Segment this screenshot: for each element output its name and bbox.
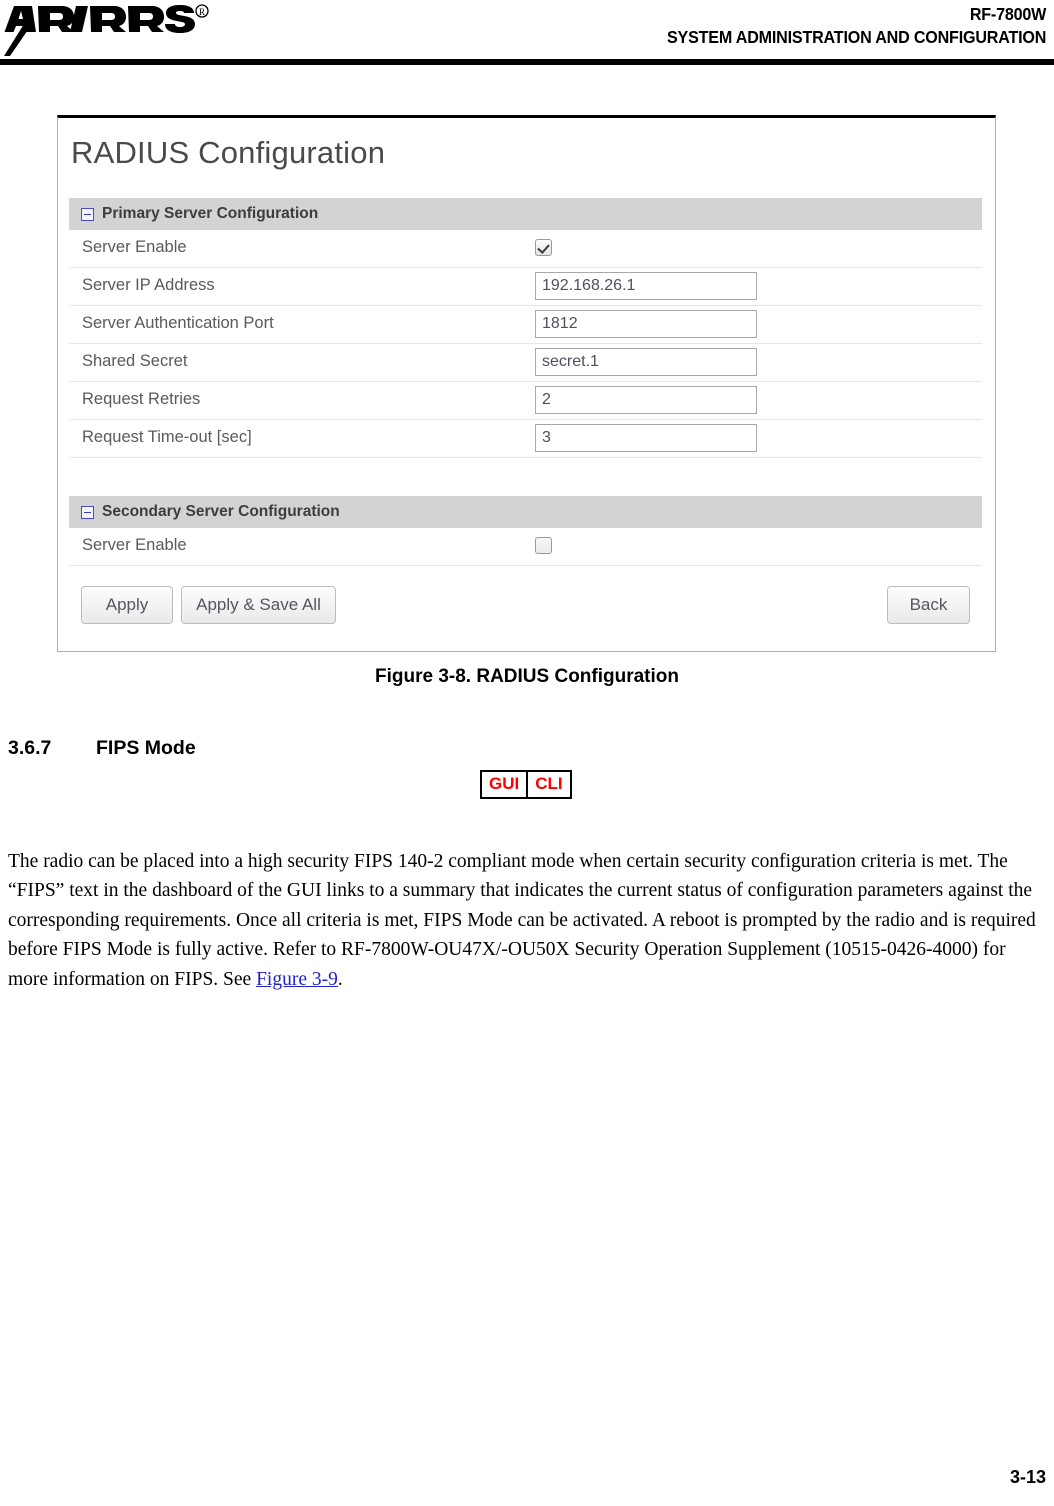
shared-secret-field — [535, 348, 757, 376]
field-label: Server Enable — [82, 536, 187, 554]
gui-cli-badge: GUI CLI — [480, 770, 572, 799]
table-row: Shared Secret — [69, 344, 982, 382]
field-label: Request Time-out [sec] — [82, 428, 252, 446]
minus-square-icon[interactable] — [81, 207, 94, 221]
form-action-bar: Apply Apply & Save All Back — [69, 568, 982, 638]
section-title: FIPS Mode — [96, 737, 196, 759]
page-number: 3-13 — [1009, 1467, 1046, 1487]
field-label: Server Enable — [82, 238, 187, 256]
server-enable-primary-field — [535, 234, 552, 256]
section-header-secondary[interactable]: Secondary Server Configuration — [69, 496, 982, 528]
page-title: RADIUS Configuration — [71, 135, 386, 170]
field-label: Server IP Address — [82, 276, 215, 294]
request-retries-input[interactable] — [535, 386, 757, 414]
section-heading: 3.6.7 FIPS Mode — [8, 737, 196, 760]
badge-cli-label: CLI — [526, 772, 569, 797]
section-header-secondary-label: Secondary Server Configuration — [102, 503, 340, 520]
field-label: Server Authentication Port — [82, 314, 274, 332]
radius-configuration-screenshot: RADIUS Configuration Primary Server Conf… — [57, 115, 996, 652]
figure-caption: Figure 3-8. RADIUS Configuration — [375, 666, 679, 687]
apply-and-save-all-button[interactable]: Apply & Save All — [181, 586, 336, 624]
server-enable-secondary-field — [535, 532, 552, 554]
table-row: Server Enable — [69, 230, 982, 268]
figure-3-9-cross-reference-link[interactable]: Figure 3-9 — [256, 969, 338, 990]
table-row: Server IP Address — [69, 268, 982, 306]
table-row: Request Time-out [sec] — [69, 420, 982, 458]
field-label: Request Retries — [82, 390, 201, 408]
server-enable-secondary-checkbox[interactable] — [535, 537, 552, 554]
header-manual-title: SYSTEM ADMINISTRATION AND CONFIGURATION — [666, 27, 1046, 47]
page-header: R RF-7800W SYSTEM ADMINISTRATION AND CON… — [0, 0, 1054, 65]
apply-button[interactable]: Apply — [81, 586, 173, 624]
body-text-part1: The radio can be placed into a high secu… — [8, 850, 1036, 990]
server-ip-address-field — [535, 272, 757, 300]
table-row: Request Retries — [69, 382, 982, 420]
server-authentication-port-field — [535, 310, 757, 338]
section-number: 3.6.7 — [8, 737, 52, 759]
server-authentication-port-input[interactable] — [535, 310, 757, 338]
badge-gui-label: GUI — [489, 774, 520, 793]
request-retries-field — [535, 386, 757, 414]
section-header-primary[interactable]: Primary Server Configuration — [69, 198, 982, 230]
minus-square-icon[interactable] — [81, 505, 94, 519]
shared-secret-input[interactable] — [535, 348, 757, 376]
header-product: RF-7800W — [969, 4, 1047, 24]
server-ip-address-input[interactable] — [535, 272, 757, 300]
table-row: Server Authentication Port — [69, 306, 982, 344]
request-timeout-input[interactable] — [535, 424, 757, 452]
harris-logo: R — [2, 2, 212, 58]
server-enable-primary-checkbox[interactable] — [535, 239, 552, 256]
header-rule — [0, 59, 1054, 65]
section-header-primary-label: Primary Server Configuration — [102, 205, 319, 222]
header-titles: RF-7800W SYSTEM ADMINISTRATION AND CONFI… — [667, 3, 1046, 49]
body-text-part2: . — [337, 968, 343, 990]
request-timeout-field — [535, 424, 757, 452]
svg-text:R: R — [199, 7, 205, 17]
table-row: Server Enable — [69, 528, 982, 566]
back-button[interactable]: Back — [887, 586, 970, 624]
field-label: Shared Secret — [82, 352, 188, 370]
body-paragraph: The radio can be placed into a high secu… — [8, 847, 1044, 995]
